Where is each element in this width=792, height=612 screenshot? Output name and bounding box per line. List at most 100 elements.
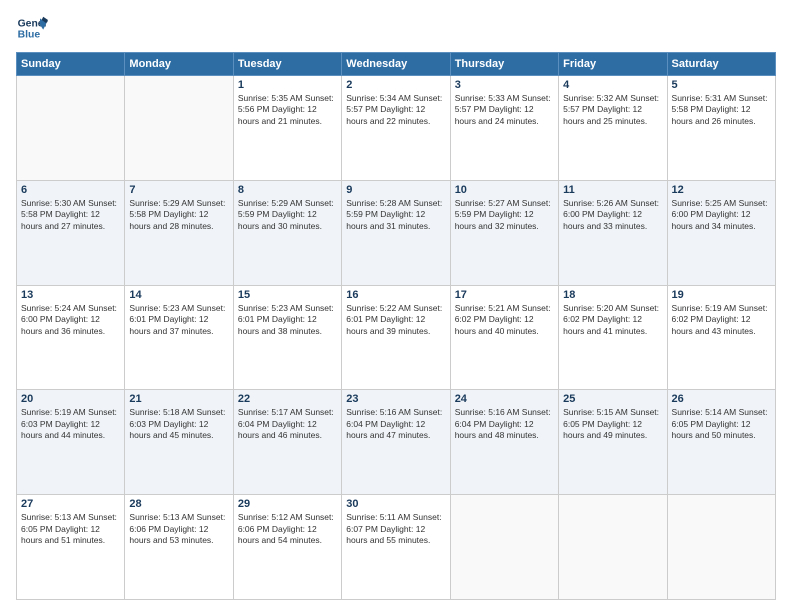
- svg-text:Blue: Blue: [18, 30, 41, 41]
- day-number: 14: [129, 289, 228, 301]
- calendar-cell: 25 Sunrise: 5:15 AM Sunset: 6:05 PM Dayli…: [559, 390, 667, 495]
- logo: General Blue: [16, 12, 48, 44]
- day-number: 16: [346, 289, 445, 301]
- day-details: Sunrise: 5:15 AM Sunset: 6:05 PM Dayligh…: [563, 407, 662, 441]
- day-number: 26: [672, 393, 771, 405]
- day-number: 10: [455, 184, 554, 196]
- day-details: Sunrise: 5:29 AM Sunset: 5:59 PM Dayligh…: [238, 198, 337, 232]
- day-details: Sunrise: 5:32 AM Sunset: 5:57 PM Dayligh…: [563, 93, 662, 127]
- calendar-cell: 18 Sunrise: 5:20 AM Sunset: 6:02 PM Dayli…: [559, 285, 667, 390]
- calendar-cell: 1Sunrise: 5:35 AM Sunset: 5:56 PM Daylig…: [233, 76, 341, 181]
- calendar-cell: [17, 76, 125, 181]
- calendar-cell: 12 Sunrise: 5:25 AM Sunset: 6:00 PM Dayli…: [667, 180, 775, 285]
- day-details: Sunrise: 5:35 AM Sunset: 5:56 PM Dayligh…: [238, 93, 337, 127]
- calendar-cell: [125, 76, 233, 181]
- day-details: Sunrise: 5:19 AM Sunset: 6:03 PM Dayligh…: [21, 407, 120, 441]
- calendar-cell: 13 Sunrise: 5:24 AM Sunset: 6:00 PM Dayli…: [17, 285, 125, 390]
- day-header-tuesday: Tuesday: [233, 53, 341, 76]
- calendar-cell: 27Sunrise: 5:13 AM Sunset: 6:05 PM Dayli…: [17, 495, 125, 600]
- day-details: Sunrise: 5:34 AM Sunset: 5:57 PM Dayligh…: [346, 93, 445, 127]
- day-number: 17: [455, 289, 554, 301]
- day-number: 11: [563, 184, 662, 196]
- day-details: Sunrise: 5:30 AM Sunset: 5:58 PM Dayligh…: [21, 198, 120, 232]
- calendar-cell: 23 Sunrise: 5:16 AM Sunset: 6:04 PM Dayli…: [342, 390, 450, 495]
- day-details: Sunrise: 5:23 AM Sunset: 6:01 PM Dayligh…: [129, 303, 228, 337]
- calendar-cell: 26 Sunrise: 5:14 AM Sunset: 6:05 PM Dayli…: [667, 390, 775, 495]
- day-details: Sunrise: 5:24 AM Sunset: 6:00 PM Dayligh…: [21, 303, 120, 337]
- day-details: Sunrise: 5:13 AM Sunset: 6:06 PM Dayligh…: [129, 512, 228, 546]
- calendar-cell: 29Sunrise: 5:12 AM Sunset: 6:06 PM Dayli…: [233, 495, 341, 600]
- calendar-cell: 6 Sunrise: 5:30 AM Sunset: 5:58 PM Daylig…: [17, 180, 125, 285]
- calendar-cell: 16 Sunrise: 5:22 AM Sunset: 6:01 PM Dayli…: [342, 285, 450, 390]
- day-number: 23: [346, 393, 445, 405]
- day-details: Sunrise: 5:28 AM Sunset: 5:59 PM Dayligh…: [346, 198, 445, 232]
- calendar-cell: [667, 495, 775, 600]
- day-details: Sunrise: 5:23 AM Sunset: 6:01 PM Dayligh…: [238, 303, 337, 337]
- calendar-week-row: 20Sunrise: 5:19 AM Sunset: 6:03 PM Dayli…: [17, 390, 776, 495]
- calendar-cell: 19 Sunrise: 5:19 AM Sunset: 6:02 PM Dayli…: [667, 285, 775, 390]
- day-details: Sunrise: 5:20 AM Sunset: 6:02 PM Dayligh…: [563, 303, 662, 337]
- day-number: 13: [21, 289, 120, 301]
- calendar-week-row: 1Sunrise: 5:35 AM Sunset: 5:56 PM Daylig…: [17, 76, 776, 181]
- day-details: Sunrise: 5:33 AM Sunset: 5:57 PM Dayligh…: [455, 93, 554, 127]
- calendar-cell: 7Sunrise: 5:29 AM Sunset: 5:58 PM Daylig…: [125, 180, 233, 285]
- day-number: 15: [238, 289, 337, 301]
- calendar-cell: 5 Sunrise: 5:31 AM Sunset: 5:58 PM Daylig…: [667, 76, 775, 181]
- day-details: Sunrise: 5:12 AM Sunset: 6:06 PM Dayligh…: [238, 512, 337, 546]
- calendar-cell: 28 Sunrise: 5:13 AM Sunset: 6:06 PM Dayli…: [125, 495, 233, 600]
- day-details: Sunrise: 5:19 AM Sunset: 6:02 PM Dayligh…: [672, 303, 771, 337]
- day-details: Sunrise: 5:31 AM Sunset: 5:58 PM Dayligh…: [672, 93, 771, 127]
- calendar-week-row: 6 Sunrise: 5:30 AM Sunset: 5:58 PM Daylig…: [17, 180, 776, 285]
- day-number: 9: [346, 184, 445, 196]
- day-number: 25: [563, 393, 662, 405]
- day-number: 5: [672, 79, 771, 91]
- day-number: 21: [129, 393, 228, 405]
- calendar-cell: 3 Sunrise: 5:33 AM Sunset: 5:57 PM Daylig…: [450, 76, 558, 181]
- day-details: Sunrise: 5:27 AM Sunset: 5:59 PM Dayligh…: [455, 198, 554, 232]
- calendar-cell: 14 Sunrise: 5:23 AM Sunset: 6:01 PM Dayli…: [125, 285, 233, 390]
- day-details: Sunrise: 5:21 AM Sunset: 6:02 PM Dayligh…: [455, 303, 554, 337]
- calendar-header-row: SundayMondayTuesdayWednesdayThursdayFrid…: [17, 53, 776, 76]
- day-number: 12: [672, 184, 771, 196]
- day-number: 2: [346, 79, 445, 91]
- calendar-cell: 24 Sunrise: 5:16 AM Sunset: 6:04 PM Dayli…: [450, 390, 558, 495]
- day-details: Sunrise: 5:26 AM Sunset: 6:00 PM Dayligh…: [563, 198, 662, 232]
- calendar-cell: 15 Sunrise: 5:23 AM Sunset: 6:01 PM Dayli…: [233, 285, 341, 390]
- calendar-week-row: 13 Sunrise: 5:24 AM Sunset: 6:00 PM Dayli…: [17, 285, 776, 390]
- calendar-cell: 2 Sunrise: 5:34 AM Sunset: 5:57 PM Daylig…: [342, 76, 450, 181]
- day-number: 6: [21, 184, 120, 196]
- day-details: Sunrise: 5:17 AM Sunset: 6:04 PM Dayligh…: [238, 407, 337, 441]
- calendar-cell: [559, 495, 667, 600]
- day-details: Sunrise: 5:14 AM Sunset: 6:05 PM Dayligh…: [672, 407, 771, 441]
- day-number: 24: [455, 393, 554, 405]
- day-number: 19: [672, 289, 771, 301]
- calendar-table: SundayMondayTuesdayWednesdayThursdayFrid…: [16, 52, 776, 600]
- day-details: Sunrise: 5:22 AM Sunset: 6:01 PM Dayligh…: [346, 303, 445, 337]
- day-number: 3: [455, 79, 554, 91]
- calendar-cell: [450, 495, 558, 600]
- calendar-cell: 9 Sunrise: 5:28 AM Sunset: 5:59 PM Daylig…: [342, 180, 450, 285]
- day-header-thursday: Thursday: [450, 53, 558, 76]
- logo-icon: General Blue: [16, 12, 48, 44]
- calendar-cell: 8 Sunrise: 5:29 AM Sunset: 5:59 PM Daylig…: [233, 180, 341, 285]
- day-details: Sunrise: 5:16 AM Sunset: 6:04 PM Dayligh…: [455, 407, 554, 441]
- day-details: Sunrise: 5:16 AM Sunset: 6:04 PM Dayligh…: [346, 407, 445, 441]
- day-number: 8: [238, 184, 337, 196]
- day-details: Sunrise: 5:18 AM Sunset: 6:03 PM Dayligh…: [129, 407, 228, 441]
- calendar-week-row: 27Sunrise: 5:13 AM Sunset: 6:05 PM Dayli…: [17, 495, 776, 600]
- calendar-cell: 30Sunrise: 5:11 AM Sunset: 6:07 PM Dayli…: [342, 495, 450, 600]
- header: General Blue: [16, 12, 776, 44]
- day-number: 18: [563, 289, 662, 301]
- calendar-cell: 21 Sunrise: 5:18 AM Sunset: 6:03 PM Dayli…: [125, 390, 233, 495]
- day-details: Sunrise: 5:11 AM Sunset: 6:07 PM Dayligh…: [346, 512, 445, 546]
- calendar-cell: 4 Sunrise: 5:32 AM Sunset: 5:57 PM Daylig…: [559, 76, 667, 181]
- day-number: 22: [238, 393, 337, 405]
- day-header-friday: Friday: [559, 53, 667, 76]
- day-number: 27: [21, 498, 120, 510]
- day-number: 4: [563, 79, 662, 91]
- day-number: 28: [129, 498, 228, 510]
- calendar-cell: 17 Sunrise: 5:21 AM Sunset: 6:02 PM Dayli…: [450, 285, 558, 390]
- day-header-monday: Monday: [125, 53, 233, 76]
- calendar-cell: 22 Sunrise: 5:17 AM Sunset: 6:04 PM Dayli…: [233, 390, 341, 495]
- day-details: Sunrise: 5:25 AM Sunset: 6:00 PM Dayligh…: [672, 198, 771, 232]
